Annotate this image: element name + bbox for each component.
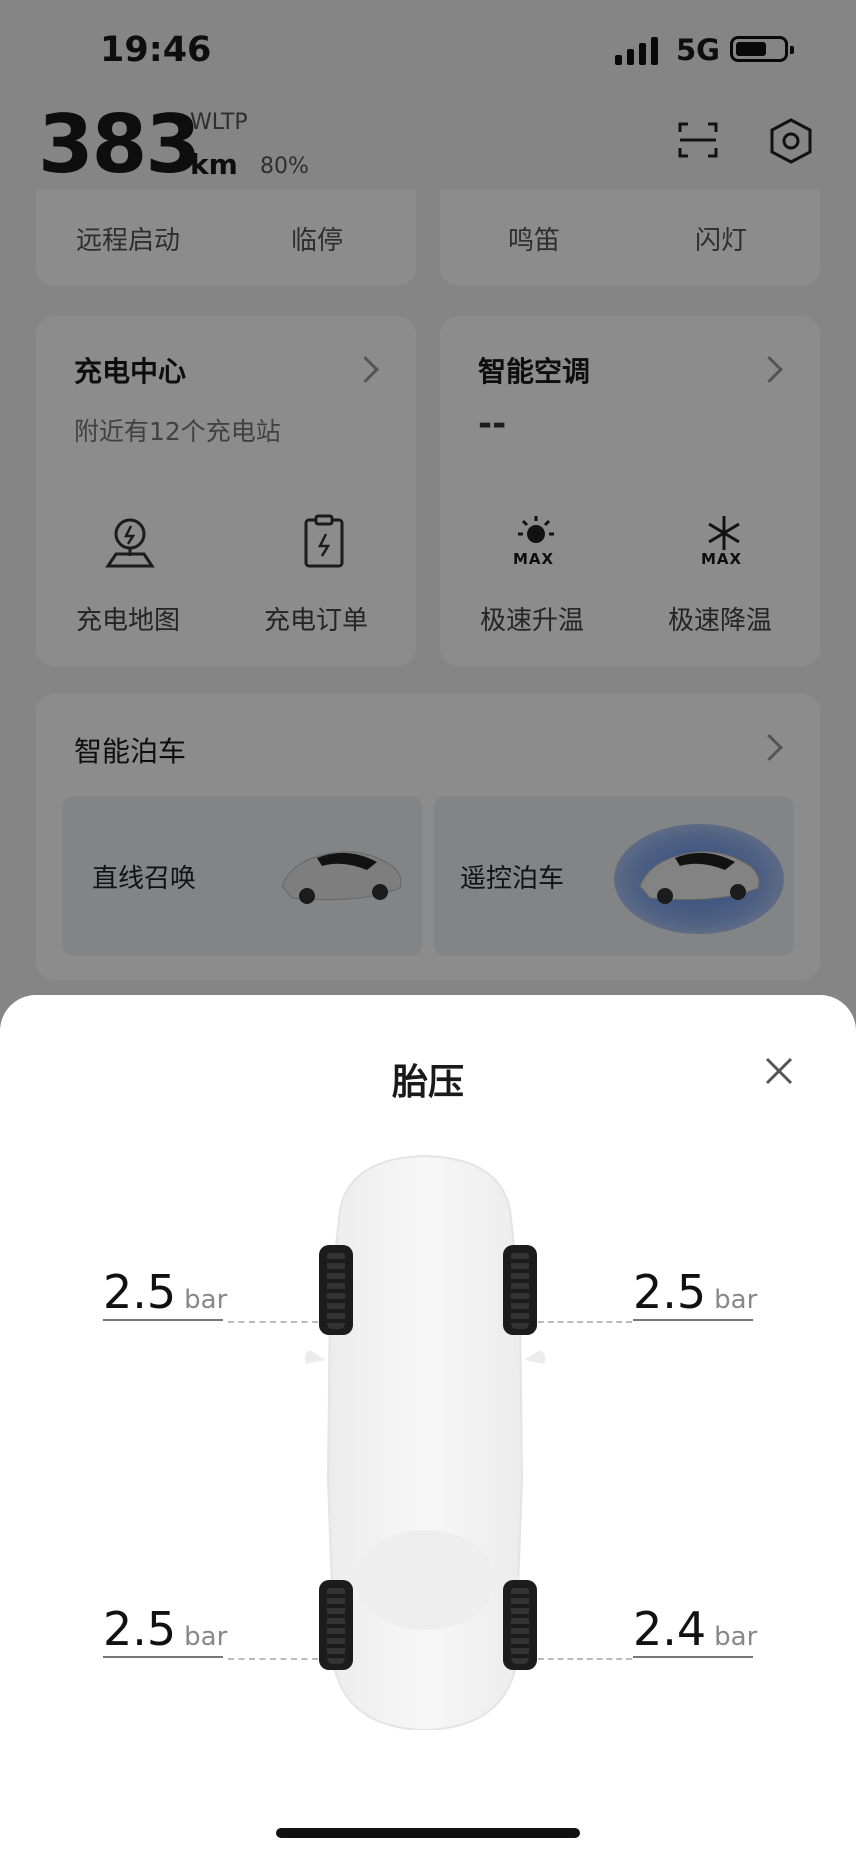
tire-front-left	[319, 1245, 353, 1335]
connector-front-left	[228, 1321, 318, 1323]
pressure-unit: bar	[184, 1622, 228, 1652]
tire-pressure-sheet: 胎压 2.5 bar 2.5 bar 2.5 bar 2.4 bar	[0, 995, 856, 1852]
pressure-value: 2.4	[633, 1602, 707, 1656]
pressure-front-left: 2.5 bar	[103, 1265, 227, 1321]
tire-front-right	[503, 1245, 537, 1335]
pressure-rear-left: 2.5 bar	[103, 1602, 227, 1658]
pressure-unit: bar	[714, 1622, 758, 1652]
pressure-value: 2.5	[103, 1265, 177, 1319]
sheet-title: 胎压	[391, 1062, 464, 1103]
pressure-value: 2.5	[103, 1602, 177, 1656]
connector-rear-left	[228, 1658, 318, 1660]
tire-rear-left	[319, 1580, 353, 1670]
close-icon[interactable]	[763, 1055, 795, 1087]
pressure-rear-right: 2.4 bar	[633, 1602, 757, 1658]
pressure-value: 2.5	[633, 1265, 707, 1319]
connector-rear-right	[538, 1658, 632, 1660]
connector-front-right	[538, 1321, 632, 1323]
tire-rear-right	[503, 1580, 537, 1670]
pressure-unit: bar	[714, 1285, 758, 1315]
pressure-front-right: 2.5 bar	[633, 1265, 757, 1321]
pressure-unit: bar	[184, 1285, 228, 1315]
home-indicator[interactable]	[276, 1828, 580, 1838]
